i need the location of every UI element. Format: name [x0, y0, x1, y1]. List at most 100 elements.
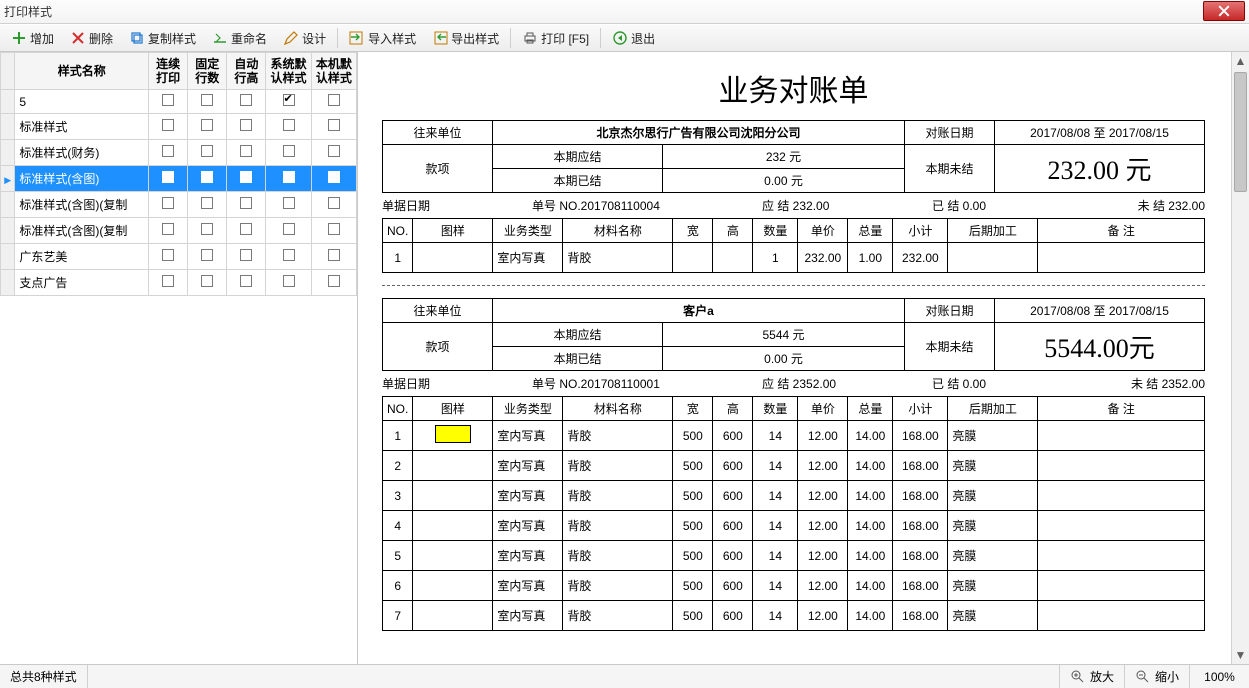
cell-fixed-rows[interactable] — [188, 114, 227, 140]
preview-scroll[interactable]: 业务对账单 往来单位北京杰尔思行广告有限公司沈阳分公司对账日期2017/08/0… — [358, 52, 1249, 664]
cell-sys-default[interactable] — [266, 140, 311, 166]
vertical-scrollbar[interactable]: ▲ ▼ — [1231, 52, 1249, 664]
scroll-up-arrow[interactable]: ▲ — [1232, 52, 1249, 70]
col-c3-header[interactable]: 自动 行高 — [227, 53, 266, 90]
style-row[interactable]: 标准样式(含图) — [1, 166, 357, 192]
checkbox-icon[interactable] — [201, 223, 213, 235]
col-c1-header[interactable]: 连续 打印 — [149, 53, 188, 90]
print-button[interactable]: 打印 [F5] — [515, 27, 596, 50]
cell-continuous[interactable] — [149, 270, 188, 296]
cell-fixed-rows[interactable] — [188, 218, 227, 244]
checkbox-icon[interactable] — [162, 275, 174, 287]
checkbox-icon[interactable] — [283, 275, 295, 287]
cell-sys-default[interactable] — [266, 244, 311, 270]
checkbox-icon[interactable] — [240, 275, 252, 287]
checkbox-icon[interactable] — [162, 119, 174, 131]
style-row[interactable]: 标准样式(财务) — [1, 140, 357, 166]
cell-local-default[interactable] — [311, 192, 356, 218]
delete-button[interactable]: 删除 — [63, 27, 120, 50]
checkbox-icon[interactable] — [328, 197, 340, 209]
checkbox-icon[interactable] — [201, 275, 213, 287]
checkbox-icon[interactable] — [283, 145, 295, 157]
cell-sys-default[interactable] — [266, 114, 311, 140]
checkbox-icon[interactable] — [328, 119, 340, 131]
style-name-cell[interactable]: 5 — [15, 90, 149, 114]
checkbox-icon[interactable] — [240, 197, 252, 209]
checkbox-icon[interactable] — [201, 171, 213, 183]
cell-continuous[interactable] — [149, 166, 188, 192]
checkbox-icon[interactable] — [283, 171, 295, 183]
style-row[interactable]: 5 — [1, 90, 357, 114]
style-grid[interactable]: 样式名称 连续 打印 固定 行数 自动 行高 系统默 认样式 本机默 认样式 5… — [0, 52, 357, 664]
checkbox-icon[interactable] — [328, 94, 340, 106]
checkbox-icon[interactable] — [201, 197, 213, 209]
checkbox-icon[interactable] — [328, 171, 340, 183]
cell-auto-height[interactable] — [227, 218, 266, 244]
cell-auto-height[interactable] — [227, 166, 266, 192]
cell-fixed-rows[interactable] — [188, 90, 227, 114]
checkbox-icon[interactable] — [328, 145, 340, 157]
design-button[interactable]: 设计 — [276, 27, 333, 50]
cell-sys-default[interactable] — [266, 218, 311, 244]
checkbox-icon[interactable] — [240, 119, 252, 131]
cell-local-default[interactable] — [311, 244, 356, 270]
import-button[interactable]: 导入样式 — [342, 27, 423, 50]
cell-continuous[interactable] — [149, 244, 188, 270]
cell-auto-height[interactable] — [227, 114, 266, 140]
cell-continuous[interactable] — [149, 140, 188, 166]
cell-sys-default[interactable] — [266, 166, 311, 192]
col-c2-header[interactable]: 固定 行数 — [188, 53, 227, 90]
cell-sys-default[interactable] — [266, 270, 311, 296]
cell-fixed-rows[interactable] — [188, 244, 227, 270]
cell-auto-height[interactable] — [227, 244, 266, 270]
cell-local-default[interactable] — [311, 166, 356, 192]
add-button[interactable]: 增加 — [4, 27, 61, 50]
checkbox-icon[interactable] — [240, 223, 252, 235]
checkbox-icon[interactable] — [162, 223, 174, 235]
checkbox-icon[interactable] — [201, 249, 213, 261]
checkbox-icon[interactable] — [201, 94, 213, 106]
scroll-down-arrow[interactable]: ▼ — [1232, 646, 1249, 664]
checkbox-icon[interactable] — [240, 94, 252, 106]
cell-local-default[interactable] — [311, 140, 356, 166]
style-row[interactable]: 广东艺美 — [1, 244, 357, 270]
scroll-track[interactable] — [1232, 70, 1249, 646]
cell-auto-height[interactable] — [227, 90, 266, 114]
export-button[interactable]: 导出样式 — [425, 27, 506, 50]
cell-fixed-rows[interactable] — [188, 192, 227, 218]
col-name-header[interactable]: 样式名称 — [15, 53, 149, 90]
style-name-cell[interactable]: 标准样式 — [15, 114, 149, 140]
checkbox-icon[interactable] — [162, 249, 174, 261]
col-c5-header[interactable]: 本机默 认样式 — [311, 53, 356, 90]
checkbox-icon[interactable] — [283, 223, 295, 235]
rename-button[interactable]: 重命名 — [205, 27, 274, 50]
style-name-cell[interactable]: 标准样式(含图)(复制 — [15, 218, 149, 244]
cell-continuous[interactable] — [149, 192, 188, 218]
checkbox-icon[interactable] — [240, 249, 252, 261]
style-row[interactable]: 标准样式 — [1, 114, 357, 140]
scroll-thumb[interactable] — [1234, 72, 1247, 192]
style-name-cell[interactable]: 支点广告 — [15, 270, 149, 296]
checkbox-icon[interactable] — [162, 171, 174, 183]
cell-continuous[interactable] — [149, 90, 188, 114]
exit-button[interactable]: 退出 — [605, 27, 662, 50]
checkbox-icon[interactable] — [240, 171, 252, 183]
checkbox-icon[interactable] — [283, 249, 295, 261]
cell-fixed-rows[interactable] — [188, 270, 227, 296]
style-row[interactable]: 标准样式(含图)(复制 — [1, 218, 357, 244]
checkbox-icon[interactable] — [283, 197, 295, 209]
checkbox-icon[interactable] — [283, 94, 295, 106]
style-row[interactable]: 标准样式(含图)(复制 — [1, 192, 357, 218]
cell-local-default[interactable] — [311, 218, 356, 244]
checkbox-icon[interactable] — [328, 249, 340, 261]
zoom-percent[interactable]: 100% — [1189, 665, 1249, 688]
style-name-cell[interactable]: 标准样式(含图)(复制 — [15, 192, 149, 218]
checkbox-icon[interactable] — [201, 145, 213, 157]
cell-auto-height[interactable] — [227, 192, 266, 218]
zoom-in-button[interactable]: 放大 — [1059, 665, 1124, 688]
cell-local-default[interactable] — [311, 114, 356, 140]
style-name-cell[interactable]: 广东艺美 — [15, 244, 149, 270]
zoom-out-button[interactable]: 缩小 — [1124, 665, 1189, 688]
cell-sys-default[interactable] — [266, 90, 311, 114]
checkbox-icon[interactable] — [328, 223, 340, 235]
